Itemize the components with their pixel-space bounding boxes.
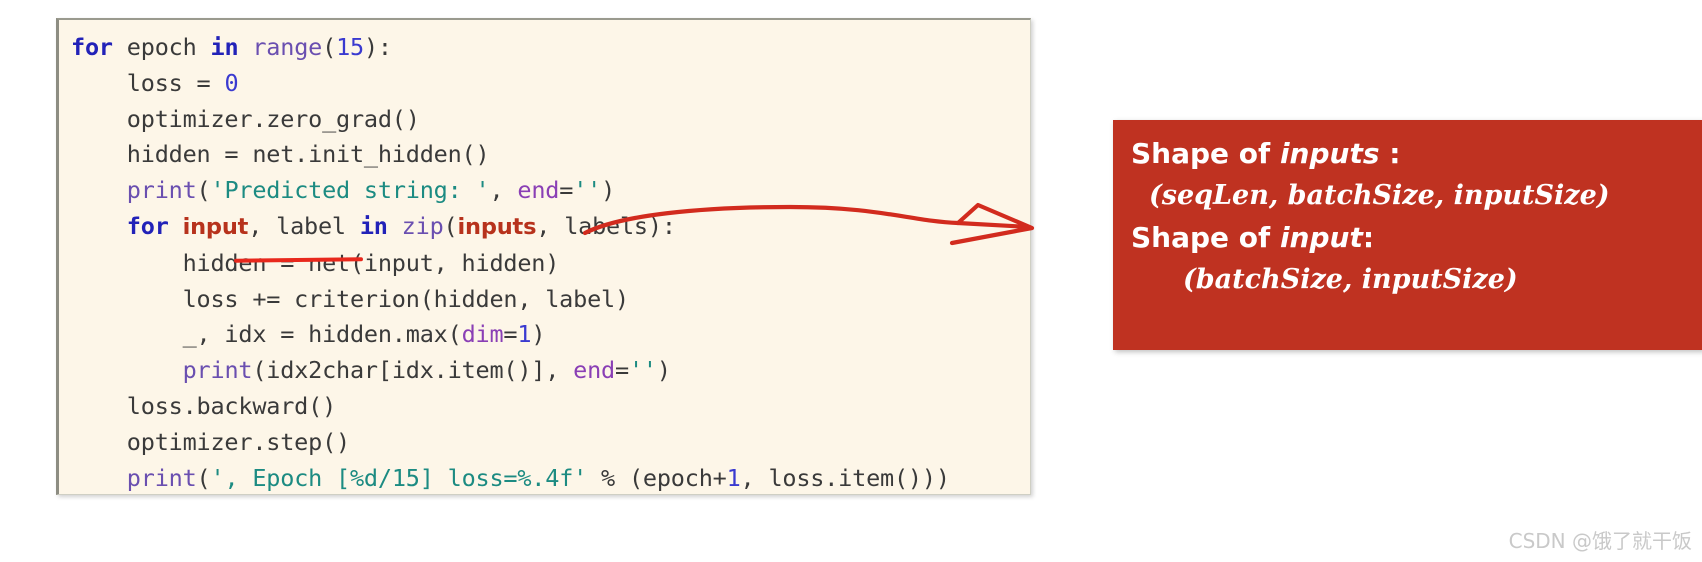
code-token: print (182, 356, 253, 385)
code-token: 1 (517, 320, 532, 349)
code-token: loss = (71, 68, 225, 97)
code-token: '' (628, 356, 657, 385)
callout-line1-suffix: : (1379, 137, 1401, 170)
code-token: hidden = net.init_hidden() (71, 140, 490, 169)
code-token: inputs (457, 213, 537, 240)
code-token: in (359, 211, 402, 240)
code-line-8: loss += criterion(hidden, label) (59, 282, 1030, 318)
code-line-10: print(idx2char[idx.item()], end='') (59, 353, 1030, 389)
code-token: ( (443, 211, 458, 240)
code-token: 15 (336, 33, 364, 61)
code-line-13: print(', Epoch [%d/15] loss=%.4f' % (epo… (59, 461, 1030, 497)
code-token: hidden = net(input, hidden) (71, 248, 560, 277)
code-token: ) (656, 356, 671, 385)
code-token: loss += criterion(hidden, label) (71, 284, 630, 313)
code-token: ', Epoch [%d/15] loss=%.4f' (210, 463, 588, 492)
code-token: end (517, 176, 560, 205)
csdn-watermark: CSDN @饿了就干饭 (1508, 529, 1692, 553)
code-token: ( (322, 33, 337, 61)
code-line-3: optimizer.zero_grad() (59, 102, 1030, 138)
code-token: = (503, 320, 518, 349)
code-token: , (489, 176, 518, 205)
code-line-1: for epoch in range(15): (59, 30, 1030, 66)
callout-line1-prefix: Shape of (1131, 137, 1280, 170)
code-line-9: _, idx = hidden.max(dim=1) (59, 317, 1030, 353)
callout-line-2: (seqLen, batchSize, inputSize) (1149, 180, 1610, 211)
callout-line3-var: input (1279, 221, 1363, 254)
code-line-11: loss.backward() (59, 389, 1030, 425)
callout-line-1: Shape of inputs : (1113, 134, 1702, 174)
code-token: % (epoch+ (587, 463, 727, 492)
code-token: print (126, 176, 197, 205)
code-block-panel: for epoch in range(15): loss = 0 optimiz… (56, 18, 1031, 495)
code-token: epoch (126, 33, 211, 61)
callout-line-4: (batchSize, inputSize) (1183, 264, 1518, 295)
code-token: ): (363, 33, 392, 61)
code-token: (idx2char[idx.item()], (252, 356, 574, 385)
code-token: 'Predicted string: ' (210, 176, 490, 205)
code-token: dim (461, 320, 504, 349)
code-token: 0 (224, 68, 239, 97)
code-token: range (252, 33, 323, 61)
code-token: _, idx = hidden.max( (71, 320, 462, 349)
code-token: in (210, 33, 253, 61)
code-token: loss.backward() (71, 391, 337, 420)
code-token: print (126, 463, 197, 492)
code-token: , loss.item())) (740, 463, 950, 492)
callout-line3-prefix: Shape of (1131, 221, 1280, 254)
code-token: input (182, 213, 249, 240)
code-token: optimizer.step() (71, 427, 350, 456)
code-token: for (126, 211, 183, 240)
code-token: ( (196, 176, 211, 205)
code-lines: for epoch in range(15): loss = 0 optimiz… (59, 30, 1030, 496)
code-token: for (71, 33, 127, 61)
callout-line3-suffix: : (1362, 221, 1375, 254)
callout-line-3: Shape of input: (1113, 218, 1702, 258)
code-token: end (573, 356, 616, 385)
red-arrow-annotation (582, 202, 1035, 246)
code-token: , label (248, 211, 360, 240)
code-token: zip (401, 211, 444, 240)
code-line-2: loss = 0 (59, 66, 1030, 102)
code-token: ) (531, 320, 546, 349)
code-line-4: hidden = net.init_hidden() (59, 137, 1030, 173)
code-token: = (559, 176, 574, 205)
callout-box: Shape of inputs : (seqLen, batchSize, in… (1113, 120, 1702, 350)
code-token: optimizer.zero_grad() (71, 104, 420, 133)
code-token: ( (196, 463, 211, 492)
code-token: 1 (726, 463, 741, 492)
code-line-12: optimizer.step() (59, 425, 1030, 461)
code-token: = (615, 356, 629, 385)
callout-line1-var: inputs (1279, 137, 1380, 170)
